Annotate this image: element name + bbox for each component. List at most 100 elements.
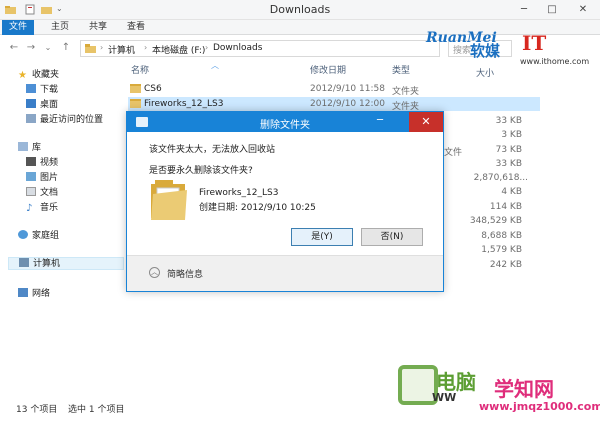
tab-view[interactable]: 查看 <box>124 20 148 35</box>
file-size: 2,870,618... <box>473 173 528 183</box>
music-icon: ♪ <box>26 203 33 214</box>
file-row[interactable]: Fireworks_12_LS3 2012/9/10 12:00 文件夹 <box>128 97 540 112</box>
folder-icon <box>85 44 96 53</box>
watermark-left-sub: WW <box>432 391 457 404</box>
sidebar-item-label: 图片 <box>40 173 59 183</box>
file-row[interactable]: CS6 2012/9/10 11:58 文件夹 <box>128 82 540 97</box>
breadcrumb-separator-icon: › <box>100 43 104 52</box>
file-size: 8,688 KB <box>481 231 522 241</box>
desktop-icon <box>26 99 36 108</box>
sort-ascending-icon: ︿ <box>211 61 219 70</box>
video-icon <box>26 157 36 166</box>
dialog-question: 是否要永久删除该文件夹? <box>149 166 253 176</box>
folder-icon <box>130 84 141 93</box>
sidebar-item-documents[interactable]: 文档 <box>26 187 58 200</box>
minimize-button[interactable]: ─ <box>510 0 538 20</box>
sidebar-item-music[interactable]: ♪ 音乐 <box>26 202 58 215</box>
file-date: 2012/9/10 11:58 <box>310 84 385 94</box>
no-button[interactable]: 否(N) <box>361 228 423 246</box>
breadcrumb-separator-icon: › <box>205 43 209 52</box>
sidebar-item-label: 视频 <box>40 158 59 168</box>
navigation-bar: ← → ⌄ ↑ › 计算机 › 本地磁盘 (F:) › Downloads 搜索 <box>0 36 600 60</box>
download-icon <box>26 84 36 93</box>
file-type: 文件夹 <box>392 87 420 97</box>
sidebar-item-label: 库 <box>32 143 42 153</box>
breadcrumb-drive[interactable]: 本地磁盘 (F:) <box>152 43 205 56</box>
dialog-minimize-button[interactable]: ─ <box>377 115 383 126</box>
item-count: 13 个项目 <box>16 405 58 415</box>
dialog-close-button[interactable]: ✕ <box>409 112 443 132</box>
column-header-date[interactable]: 修改日期 <box>310 63 346 76</box>
sidebar-computer[interactable]: 计算机 <box>8 257 124 270</box>
file-size: 4 KB <box>501 187 522 197</box>
column-header-size[interactable]: 大小 <box>476 66 494 79</box>
homegroup-icon <box>18 230 28 239</box>
ribbon-tabs: 文件 主页 共享 查看 <box>0 20 600 35</box>
dialog-title-bar: 删除文件夹 ─ ✕ <box>127 112 443 132</box>
delete-folder-dialog: 删除文件夹 ─ ✕ 该文件夹太大，无法放入回收站 是否要永久删除该文件夹? Fi… <box>126 111 444 292</box>
sidebar-libraries[interactable]: 库 <box>18 142 41 155</box>
forward-arrow-icon[interactable]: → <box>25 42 37 54</box>
breadcrumb-downloads[interactable]: Downloads <box>213 43 262 53</box>
maximize-button[interactable]: □ <box>538 0 566 20</box>
selected-count: 选中 1 个项目 <box>68 405 125 415</box>
sidebar-favorites[interactable]: ★ 收藏夹 <box>18 69 59 82</box>
column-header-type[interactable]: 类型 <box>392 63 410 76</box>
library-icon <box>18 142 28 151</box>
dialog-footer: ︿ 简略信息 <box>127 255 443 291</box>
yes-button[interactable]: 是(Y) <box>291 228 353 246</box>
file-type: 文件 <box>444 148 463 158</box>
recent-locations-icon[interactable]: ⌄ <box>42 42 54 54</box>
sidebar-item-label: 网络 <box>32 289 51 299</box>
file-size: 33 KB <box>495 159 522 169</box>
tab-home[interactable]: 主页 <box>48 20 72 35</box>
file-date: 2012/9/10 12:00 <box>310 99 385 109</box>
address-bar[interactable]: › 计算机 › 本地磁盘 (F:) › Downloads <box>80 40 440 57</box>
tab-share[interactable]: 共享 <box>86 20 110 35</box>
sidebar-network[interactable]: 网络 <box>18 288 50 301</box>
star-icon: ★ <box>18 70 27 81</box>
file-size: 348,529 KB <box>469 216 522 226</box>
folder-created-date: 创建日期: 2012/9/10 10:25 <box>199 203 316 213</box>
dialog-message: 该文件夹太大，无法放入回收站 <box>149 145 276 155</box>
sidebar-item-label: 家庭组 <box>32 231 60 241</box>
ithome-url: www.ithome.com <box>520 57 590 66</box>
column-header-name[interactable]: 名称 <box>131 63 149 76</box>
file-size: 114 KB <box>489 202 522 212</box>
document-icon <box>26 187 36 196</box>
file-size: 33 KB <box>495 116 522 126</box>
file-size: 73 KB <box>495 145 522 155</box>
file-size: 3 KB <box>501 130 522 140</box>
sidebar-item-desktop[interactable]: 桌面 <box>26 99 58 112</box>
watermark-right-url: www.jmqz1000.com <box>479 400 600 413</box>
sidebar-homegroup[interactable]: 家庭组 <box>18 230 59 243</box>
file-name: CS6 <box>144 84 162 94</box>
up-arrow-icon[interactable]: ↑ <box>60 42 72 54</box>
chevron-up-icon[interactable]: ︿ <box>149 267 160 278</box>
sidebar-item-label: 桌面 <box>40 100 59 110</box>
file-name: Fireworks_12_LS3 <box>144 99 224 109</box>
sidebar-item-videos[interactable]: 视频 <box>26 157 58 170</box>
sidebar-item-downloads[interactable]: 下载 <box>26 84 58 97</box>
folder-icon <box>130 99 141 108</box>
sidebar-item-label: 计算机 <box>33 259 61 269</box>
sidebar-item-recent[interactable]: 最近访问的位置 <box>26 114 103 127</box>
title-bar: ⌄ Downloads ─ □ ✕ <box>0 0 600 20</box>
sidebar-item-pictures[interactable]: 图片 <box>26 172 58 185</box>
ithome-logo: IT <box>522 31 547 55</box>
close-button[interactable]: ✕ <box>566 0 600 20</box>
network-icon <box>18 288 28 297</box>
back-arrow-icon[interactable]: ← <box>8 42 20 54</box>
navigation-pane: ★ 收藏夹 下载 桌面 最近访问的位置 库 视频 图片 文档 ♪ 音乐 家庭组 计算… <box>0 60 128 400</box>
fewer-details-toggle[interactable]: 简略信息 <box>167 267 203 280</box>
sidebar-item-label: 文档 <box>40 188 59 198</box>
sidebar-item-label: 最近访问的位置 <box>40 115 104 125</box>
ruanmei-logo-cn: 软媒 <box>470 42 501 60</box>
recent-places-icon <box>26 114 36 123</box>
picture-icon <box>26 172 36 181</box>
computer-icon <box>19 258 29 267</box>
tab-file[interactable]: 文件 <box>2 20 34 35</box>
folder-icon <box>151 180 187 220</box>
sidebar-item-label: 音乐 <box>40 203 59 213</box>
breadcrumb-computer[interactable]: 计算机 <box>108 43 135 56</box>
